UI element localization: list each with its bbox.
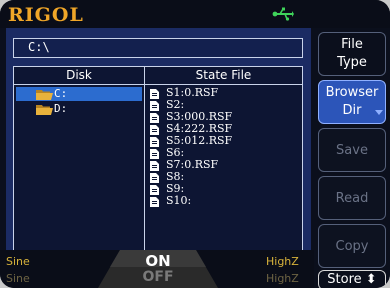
disk-item-d[interactable]: D: [16, 102, 142, 116]
file-name: S8: [166, 170, 185, 183]
save-softkey[interactable]: Save [318, 128, 386, 172]
disk-column-header: Disk [66, 68, 92, 82]
file-name: S9: [166, 182, 185, 195]
path-field[interactable]: C:\ [13, 38, 303, 58]
file-icon [150, 185, 159, 195]
path-text: C:\ [28, 40, 50, 54]
output-on-label: ON [145, 252, 171, 270]
updown-icon: ⬍ [361, 272, 377, 287]
softkey-label: Store [327, 272, 362, 287]
file-icon [150, 149, 159, 159]
file-icon [150, 161, 159, 171]
file-icon [150, 89, 159, 99]
file-icon [150, 173, 159, 183]
folder-icon [36, 105, 53, 115]
file-browser: C:\ Disk State File C: D: S1:0.RSF S2: S… [6, 28, 311, 272]
softkey-menu: File Type Browser Dir Save Read Copy Sto… [314, 28, 390, 288]
file-name: S7:0.RSF [166, 158, 219, 171]
disk-item-c[interactable]: C: [16, 87, 142, 101]
brand-logo: RIGOL [8, 4, 84, 26]
header-divider [14, 84, 302, 85]
file-name: S5:012.RSF [166, 134, 233, 147]
file-name: S1:0.RSF [166, 86, 219, 99]
file-icon [150, 101, 159, 111]
copy-softkey[interactable]: Copy [318, 224, 386, 268]
disk-label: C: [54, 87, 68, 100]
column-divider [144, 67, 145, 271]
file-type-softkey[interactable]: File Type [318, 32, 386, 76]
store-softkey[interactable]: Store ⬍ [318, 270, 386, 288]
file-icon [150, 113, 159, 123]
file-name: S4:222.RSF [166, 122, 233, 135]
chevron-down-icon [375, 110, 383, 115]
output-off-label: OFF [142, 269, 174, 285]
browser-dir-softkey[interactable]: Browser Dir [318, 80, 386, 124]
folder-icon [36, 90, 53, 100]
softkey-label: File [341, 37, 363, 52]
softkey-label: Browser [325, 85, 379, 100]
status-bar: Sine Sine ON OFF HighZ HighZ [0, 250, 314, 288]
ch2-waveform: Sine [6, 272, 30, 285]
file-icon [150, 137, 159, 147]
instrument-screen: RIGOL C:\ Disk State File C: D: S1:0.RSF… [0, 0, 390, 288]
softkey-label: Type [337, 55, 367, 70]
ch1-waveform: Sine [6, 255, 30, 268]
disk-label: D: [54, 102, 68, 115]
ch2-impedance: HighZ [266, 272, 299, 285]
file-name: S6: [166, 146, 185, 159]
browser-panel: Disk State File C: D: S1:0.RSF S2: S3:00… [13, 66, 303, 272]
file-icon [150, 125, 159, 135]
usb-icon [272, 7, 294, 21]
file-name: S2: [166, 98, 185, 111]
ch1-impedance: HighZ [266, 255, 299, 268]
file-icon [150, 197, 159, 207]
file-name: S10: [166, 194, 192, 207]
output-state: ON OFF [98, 250, 218, 288]
file-name: S3:000.RSF [166, 110, 233, 123]
state-file-column-header: State File [195, 68, 252, 82]
top-bar: RIGOL [0, 0, 390, 28]
read-softkey[interactable]: Read [318, 176, 386, 220]
